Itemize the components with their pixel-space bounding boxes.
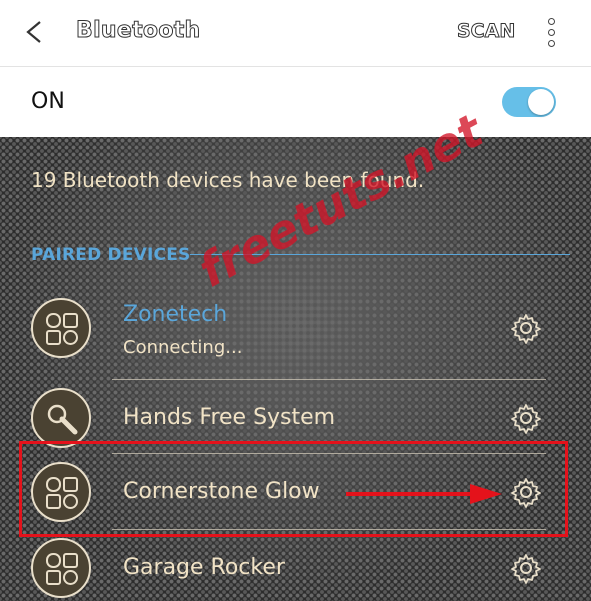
device-name: Garage Rocker: [123, 555, 285, 580]
red-arrow-annotation: [346, 484, 502, 504]
scan-button[interactable]: SCAN: [456, 20, 515, 43]
more-options-icon[interactable]: [546, 16, 556, 50]
back-arrow-icon[interactable]: [22, 18, 50, 46]
device-icon: [31, 298, 91, 358]
switch-knob: [528, 89, 554, 115]
device-name: Hands Free System: [123, 405, 336, 430]
paired-devices-header: PAIRED DEVICES: [31, 245, 191, 265]
gear-icon[interactable]: [510, 552, 542, 584]
device-icon: [31, 538, 91, 598]
headset-icon: [31, 388, 91, 448]
device-name: Zonetech: [123, 302, 228, 327]
bluetooth-switch[interactable]: [502, 87, 556, 117]
gear-icon[interactable]: [510, 312, 542, 344]
toggle-label: ON: [31, 89, 65, 114]
row-divider: [112, 379, 546, 380]
page-title: Bluetooth: [76, 18, 201, 44]
app-bar: Bluetooth SCAN: [0, 0, 591, 67]
device-status: Connecting...: [123, 337, 243, 358]
gear-icon[interactable]: [510, 402, 542, 434]
